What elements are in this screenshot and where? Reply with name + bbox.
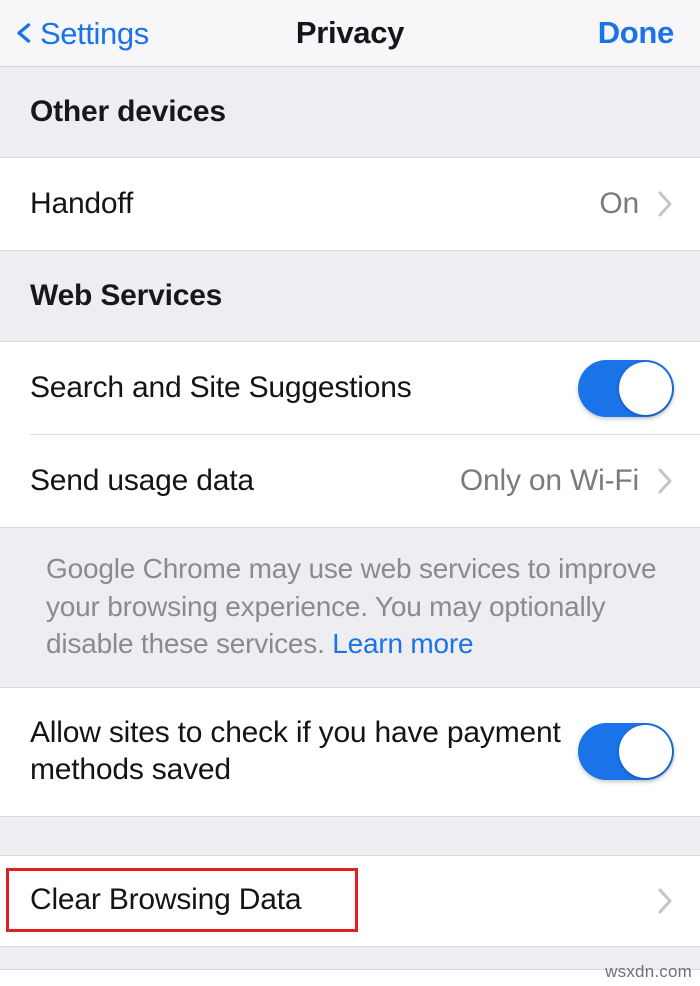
toggle-knob <box>619 725 672 779</box>
section-header-web-services: Web Services <box>0 251 700 341</box>
row-allow-payment-methods-check-label: Allow sites to check if you have payment… <box>30 715 561 786</box>
row-search-and-site-suggestions[interactable]: Search and Site Suggestions <box>0 342 700 434</box>
web-services-footer-note: Google Chrome may use web services to im… <box>0 528 700 687</box>
learn-more-link[interactable]: Learn more <box>332 628 473 659</box>
row-handoff-value: On <box>599 187 639 220</box>
toggle-search-and-site-suggestions[interactable] <box>578 359 674 417</box>
row-send-usage-data-label: Send usage data <box>30 463 254 497</box>
navigation-bar: Settings Privacy Done <box>0 0 700 67</box>
list-web-services: Search and Site Suggestions Send usage d… <box>0 341 700 528</box>
chevron-right-icon <box>657 886 674 916</box>
toggle-allow-payment-methods-check[interactable] <box>578 723 674 781</box>
row-allow-payment-methods-check[interactable]: Allow sites to check if you have payment… <box>0 687 700 816</box>
privacy-settings-screen: Settings Privacy Done Other devices Hand… <box>0 0 700 986</box>
list-other-devices: Handoff On <box>0 157 700 251</box>
watermark: wsxdn.com <box>605 962 692 981</box>
row-send-usage-data[interactable]: Send usage data Only on Wi-Fi <box>0 435 700 527</box>
row-search-and-site-suggestions-label: Search and Site Suggestions <box>30 370 412 404</box>
chevron-right-icon <box>657 466 674 496</box>
chevron-right-icon <box>657 189 674 219</box>
done-button[interactable]: Done <box>598 0 675 66</box>
list-clear-browsing-data: Clear Browsing Data <box>0 854 700 947</box>
row-clear-browsing-data-label: Clear Browsing Data <box>30 883 302 917</box>
section-spacer <box>0 816 700 855</box>
row-handoff-label: Handoff <box>30 186 134 220</box>
row-send-usage-data-value: Only on Wi-Fi <box>459 464 639 497</box>
list-payments: Allow sites to check if you have payment… <box>0 686 700 817</box>
section-header-other-devices: Other devices <box>0 67 700 157</box>
page-title: Privacy <box>295 15 405 50</box>
bottom-edge <box>0 969 700 986</box>
toggle-knob <box>619 361 672 415</box>
row-clear-browsing-data[interactable]: Clear Browsing Data <box>0 855 700 946</box>
row-handoff[interactable]: Handoff On <box>0 158 700 250</box>
